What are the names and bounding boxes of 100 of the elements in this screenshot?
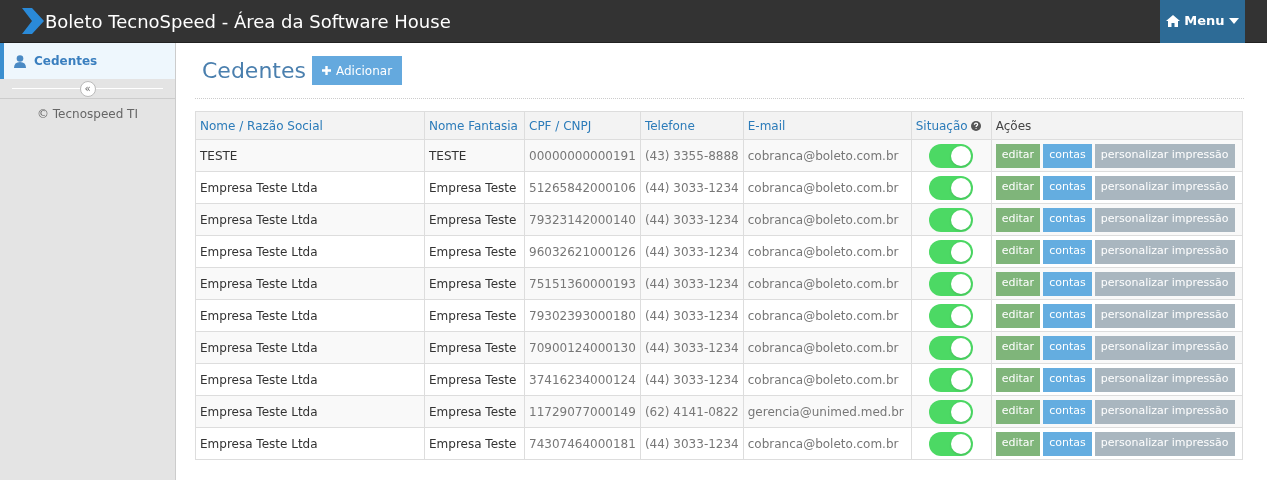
accounts-button[interactable]: contas [1043, 207, 1092, 232]
customize-print-button[interactable]: personalizar impressão [1094, 335, 1235, 360]
table-cell: (44) 3033-1234 [644, 372, 739, 387]
sidebar-item[interactable]: Cedentes [0, 43, 175, 79]
table-cell: cobranca@boleto.com.br [747, 180, 899, 195]
collapse-button[interactable]: « [79, 80, 96, 97]
table-cell: Empresa Teste Ltda [200, 372, 318, 387]
table-cell: TESTE [429, 148, 467, 163]
accounts-button[interactable]: contas [1043, 431, 1092, 456]
table-cell: (44) 3033-1234 [644, 308, 739, 323]
table-cell: Empresa Teste [429, 340, 517, 355]
customize-print-button[interactable]: personalizar impressão [1094, 303, 1235, 328]
accounts-button[interactable]: contas [1043, 335, 1092, 360]
accounts-button[interactable]: contas [1043, 303, 1092, 328]
table-cell: Empresa Teste Ltda [200, 436, 318, 451]
edit-button[interactable]: editar [995, 367, 1041, 392]
table-cell: (44) 3033-1234 [644, 212, 739, 227]
table-cell: Empresa Teste Ltda [200, 180, 318, 195]
edit-button[interactable]: editar [995, 303, 1041, 328]
page-title: Cedentes [202, 57, 306, 85]
table-cell: cobranca@boleto.com.br [747, 372, 899, 387]
table-cell: 74307464000181 [529, 436, 636, 451]
table-cell: Empresa Teste Ltda [200, 276, 318, 291]
column-header[interactable]: E-mail [747, 118, 786, 133]
help-icon[interactable] [970, 120, 981, 131]
edit-button[interactable]: editar [995, 143, 1041, 168]
table-cell: 96032621000126 [529, 244, 636, 259]
toggle-switch[interactable] [929, 239, 974, 264]
accounts-button[interactable]: contas [1043, 271, 1092, 296]
toggle-switch[interactable] [929, 335, 974, 360]
table-cell: Empresa Teste Ltda [200, 212, 318, 227]
table-cell: (44) 3033-1234 [644, 276, 739, 291]
edit-button[interactable]: editar [995, 175, 1041, 200]
table-cell: cobranca@boleto.com.br [747, 244, 899, 259]
table-cell: cobranca@boleto.com.br [747, 212, 899, 227]
table-cell: Empresa Teste [429, 276, 517, 291]
customize-print-button[interactable]: personalizar impressão [1094, 399, 1235, 424]
toggle-switch[interactable] [929, 399, 974, 424]
table-cell: Empresa Teste [429, 212, 517, 227]
column-header: Ações [995, 118, 1032, 133]
table-cell: Empresa Teste [429, 436, 517, 451]
edit-button[interactable]: editar [995, 239, 1041, 264]
toggle-switch[interactable] [929, 431, 974, 456]
add-button[interactable]: Adicionar [311, 56, 403, 85]
table-cell: 00000000000191 [529, 148, 636, 163]
table-cell: cobranca@boleto.com.br [747, 148, 899, 163]
customize-print-button[interactable]: personalizar impressão [1094, 367, 1235, 392]
edit-button[interactable]: editar [995, 431, 1041, 456]
toggle-switch[interactable] [929, 367, 974, 392]
app-title: Boleto TecnoSpeed - Área da Software House [45, 9, 451, 34]
table-cell: cobranca@boleto.com.br [747, 436, 899, 451]
table-cell: 37416234000124 [529, 372, 636, 387]
table-cell: Empresa Teste [429, 372, 517, 387]
table-cell: gerencia@unimed.med.br [747, 404, 904, 419]
table-cell: 11729077000149 [529, 404, 636, 419]
edit-button[interactable]: editar [995, 335, 1041, 360]
accounts-button[interactable]: contas [1043, 367, 1092, 392]
table-cell: (44) 3033-1234 [644, 244, 739, 259]
table-cell: (62) 4141-0822 [644, 404, 739, 419]
table-cell: cobranca@boleto.com.br [747, 276, 899, 291]
table-cell: 79302393000180 [529, 308, 636, 323]
accounts-button[interactable]: contas [1043, 399, 1092, 424]
table-cell: Empresa Teste Ltda [200, 244, 318, 259]
table-cell: Empresa Teste [429, 404, 517, 419]
plus-icon [321, 66, 331, 75]
table-cell: 70900124000130 [529, 340, 636, 355]
table-cell: cobranca@boleto.com.br [747, 340, 899, 355]
table-cell: 75151360000193 [529, 276, 636, 291]
customize-print-button[interactable]: personalizar impressão [1094, 207, 1235, 232]
customize-print-button[interactable]: personalizar impressão [1094, 271, 1235, 296]
customize-print-button[interactable]: personalizar impressão [1094, 431, 1235, 456]
table-cell: Empresa Teste [429, 244, 517, 259]
table-cell: (44) 3033-1234 [644, 340, 739, 355]
edit-button[interactable]: editar [995, 399, 1041, 424]
edit-button[interactable]: editar [995, 207, 1041, 232]
table-cell: TESTE [200, 148, 238, 163]
table-cell: Empresa Teste [429, 308, 517, 323]
table-cell: (44) 3033-1234 [644, 180, 739, 195]
customize-print-button[interactable]: personalizar impressão [1094, 239, 1235, 264]
accounts-button[interactable]: contas [1043, 239, 1092, 264]
toggle-switch[interactable] [929, 143, 974, 168]
table-cell: Empresa Teste Ltda [200, 340, 318, 355]
accounts-button[interactable]: contas [1043, 143, 1092, 168]
table-cell: Empresa Teste [429, 180, 517, 195]
menu-button[interactable]: Menu [1160, 0, 1245, 43]
customize-print-button[interactable]: personalizar impressão [1094, 143, 1235, 168]
table-cell: Empresa Teste Ltda [200, 404, 318, 419]
accounts-button[interactable]: contas [1043, 175, 1092, 200]
logo-icon [22, 8, 44, 34]
table-cell: (44) 3033-1234 [644, 436, 739, 451]
toggle-switch[interactable] [929, 207, 974, 232]
customize-print-button[interactable]: personalizar impressão [1094, 175, 1235, 200]
toggle-switch[interactable] [929, 303, 974, 328]
edit-button[interactable]: editar [995, 271, 1041, 296]
home-icon [1166, 15, 1181, 27]
toggle-switch[interactable] [929, 271, 974, 296]
toggle-switch[interactable] [929, 175, 974, 200]
caret-icon [1228, 18, 1239, 24]
table-cell: (43) 3355-8888 [644, 148, 739, 163]
table-cell: cobranca@boleto.com.br [747, 308, 899, 323]
